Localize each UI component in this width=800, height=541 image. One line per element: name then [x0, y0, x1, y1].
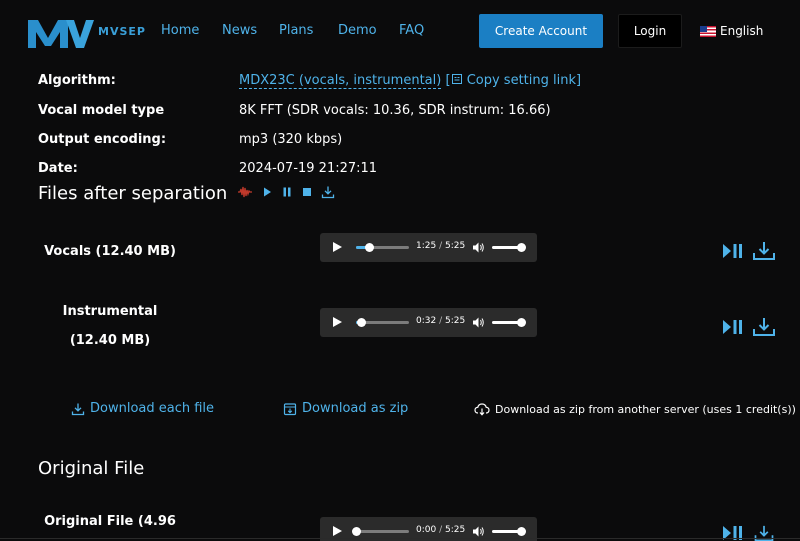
- language-selector[interactable]: English: [700, 24, 763, 38]
- nav-plans[interactable]: Plans: [279, 23, 313, 38]
- nav-faq[interactable]: FAQ: [399, 23, 424, 38]
- cloud-download-icon: [474, 403, 490, 416]
- audio-player-vocals: 1:25 / 5:25: [320, 233, 537, 262]
- play-icon[interactable]: [333, 317, 342, 327]
- model-type-value: 8K FFT (SDR vocals: 10.36, SDR instrum: …: [239, 103, 551, 118]
- track-name-instrumental: Instrumental (12.40 MB): [62, 304, 158, 348]
- duration-time: 5:25: [444, 525, 466, 535]
- encoding-label: Output encoding:: [38, 132, 167, 147]
- algorithm-link[interactable]: MDX23C (vocals, instrumental): [239, 73, 442, 89]
- track-actions-vocals: [722, 241, 776, 261]
- seek-bar[interactable]: [351, 527, 409, 536]
- duration-time: 5:25: [444, 316, 466, 326]
- volume-icon[interactable]: [472, 241, 485, 254]
- seek-bar[interactable]: [356, 318, 409, 327]
- login-button[interactable]: Login: [618, 14, 682, 48]
- current-time: 1:25: [416, 241, 437, 251]
- track-name-original: Original File (4.96: [44, 514, 176, 529]
- download-zip-label: Download as zip: [302, 401, 409, 416]
- archive-icon: [283, 402, 297, 415]
- download-zip-link[interactable]: Download as zip: [283, 401, 408, 416]
- play-pause-icon[interactable]: [722, 318, 744, 336]
- volume-icon[interactable]: [472, 525, 485, 538]
- download-zip-other-server-link[interactable]: Download as zip from another server (use…: [474, 402, 796, 416]
- seek-knob[interactable]: [351, 527, 361, 536]
- seek-knob[interactable]: [365, 243, 375, 252]
- duration-time: 5:25: [444, 241, 466, 251]
- nav-home[interactable]: Home: [161, 23, 199, 38]
- divider: [0, 538, 800, 539]
- download-zip-other-server-label: Download as zip from another server (use…: [495, 402, 796, 416]
- nav-demo[interactable]: Demo: [338, 23, 377, 38]
- create-account-button[interactable]: Create Account: [479, 14, 603, 48]
- track-name-vocals: Vocals (12.40 MB): [44, 244, 176, 259]
- seek-knob[interactable]: [356, 318, 366, 327]
- files-section-title: Files after separation: [38, 183, 228, 204]
- play-icon[interactable]: [333, 242, 342, 252]
- nav-news[interactable]: News: [222, 23, 257, 38]
- us-flag-icon: [700, 25, 716, 37]
- algorithm-value: MDX23C (vocals, instrumental) [ Copy set…: [239, 73, 581, 89]
- download-icon: [71, 403, 85, 415]
- global-controls: [237, 185, 335, 199]
- playback-time: 1:25 / 5:25: [416, 241, 466, 251]
- download-icon[interactable]: [752, 241, 776, 261]
- current-time: 0:32: [416, 316, 437, 326]
- play-all-icon[interactable]: [261, 186, 273, 198]
- waveform-icon[interactable]: [237, 185, 253, 199]
- copy-icon: [451, 74, 462, 84]
- volume-icon[interactable]: [472, 316, 485, 329]
- playback-time: 0:00 / 5:25: [416, 525, 466, 535]
- volume-knob[interactable]: [517, 527, 526, 536]
- audio-player-instrumental: 0:32 / 5:25: [320, 308, 537, 337]
- seek-bar[interactable]: [356, 243, 409, 252]
- language-label: English: [720, 24, 764, 38]
- download-each-file-label: Download each file: [90, 401, 215, 416]
- date-label: Date:: [38, 161, 78, 176]
- volume-knob[interactable]: [517, 243, 526, 252]
- download-icon[interactable]: [752, 317, 776, 337]
- date-value: 2024-07-19 21:27:11: [239, 161, 378, 176]
- encoding-value: mp3 (320 kbps): [239, 132, 343, 147]
- original-file-section-title: Original File: [38, 458, 145, 479]
- track-actions-instrumental: [722, 317, 776, 337]
- copy-setting-link-label: Copy setting link: [466, 73, 576, 88]
- download-all-icon[interactable]: [321, 185, 335, 199]
- stop-all-icon[interactable]: [301, 186, 313, 198]
- download-each-file-link[interactable]: Download each file: [71, 401, 214, 416]
- copy-setting-link[interactable]: [ Copy setting link]: [445, 73, 581, 88]
- volume-knob[interactable]: [517, 318, 526, 327]
- model-type-label: Vocal model type: [38, 103, 165, 118]
- navbar: MVSEP Home News Plans Demo FAQ Create Ac…: [0, 0, 800, 62]
- playback-time: 0:32 / 5:25: [416, 316, 466, 326]
- logo-text: MVSEP: [98, 25, 146, 38]
- current-time: 0:00: [416, 525, 437, 535]
- pause-all-icon[interactable]: [281, 186, 293, 198]
- play-icon[interactable]: [333, 526, 342, 536]
- play-pause-icon[interactable]: [722, 242, 744, 260]
- algorithm-label: Algorithm:: [38, 73, 116, 88]
